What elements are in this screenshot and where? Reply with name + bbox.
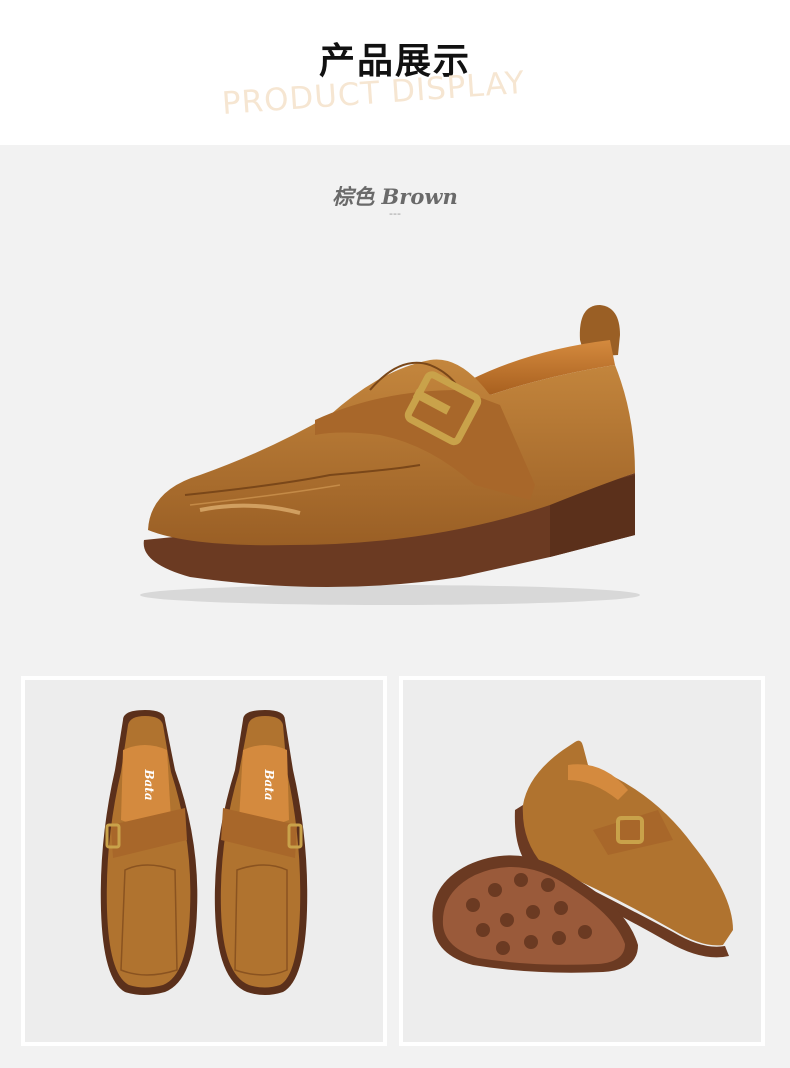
product-gallery: 棕色 Brown --- Bata Bata — [0, 145, 790, 1068]
page-header: 产品展示 PRODUCT DISPLAY — [0, 0, 790, 145]
hero-shoe-image — [140, 305, 640, 605]
insole-brand-right: Bata — [262, 768, 276, 800]
insole-brand-left: Bata — [142, 768, 156, 800]
sole-view-panel — [399, 676, 765, 1046]
top-view-panel: Bata Bata — [21, 676, 387, 1046]
shoe-and-sole-image — [432, 740, 733, 973]
pair-top-view-image: Bata Bata — [100, 710, 308, 995]
color-separator: --- — [389, 207, 401, 220]
